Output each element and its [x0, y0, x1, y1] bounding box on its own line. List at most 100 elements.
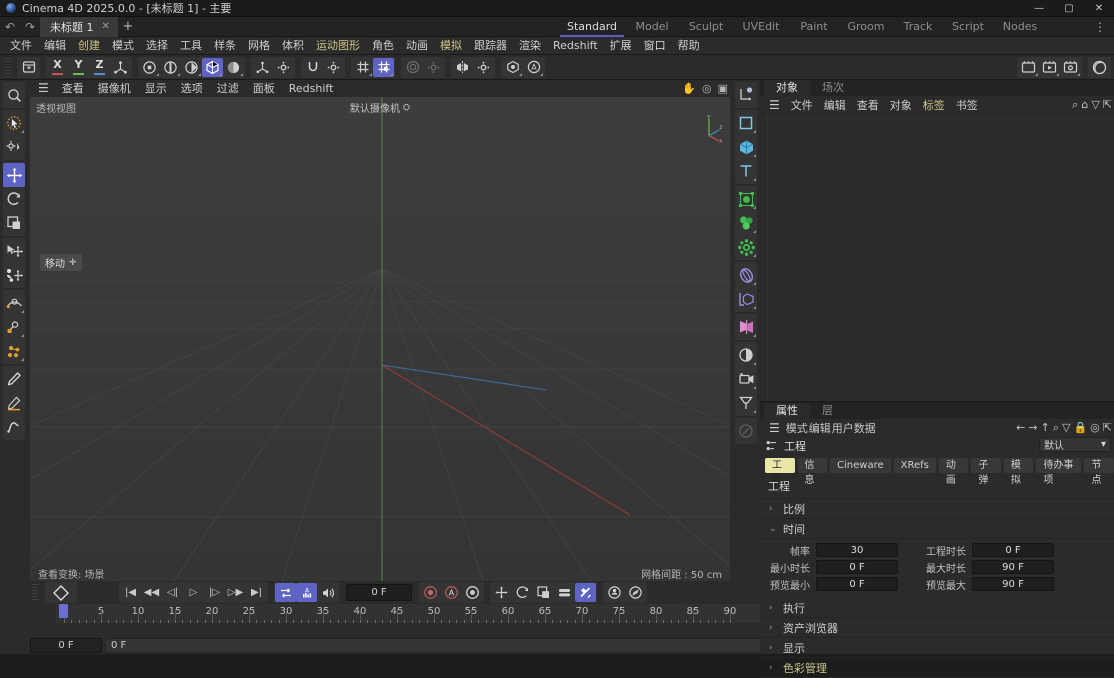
- layout-tab-script[interactable]: Script: [942, 17, 994, 37]
- viewport-menu-选项[interactable]: 选项: [175, 80, 209, 96]
- menu-扩展[interactable]: 扩展: [604, 37, 638, 55]
- attributes-tab-层[interactable]: 层: [810, 403, 845, 419]
- null-object-icon[interactable]: [735, 83, 757, 107]
- search-icon[interactable]: ⌕: [1072, 98, 1078, 112]
- layout-tab-standard[interactable]: Standard: [560, 17, 624, 37]
- hamburger-menu-icon[interactable]: ☰: [764, 422, 785, 434]
- attr-tab-工程[interactable]: 工程: [765, 458, 795, 473]
- dynamic-place-gear-icon[interactable]: [423, 58, 444, 77]
- spline-primitive-icon[interactable]: [735, 111, 757, 135]
- go-to-start-button[interactable]: |◀: [120, 583, 141, 602]
- section-时间[interactable]: ⌄时间: [760, 519, 1114, 539]
- layout-tab-groom[interactable]: Groom: [838, 17, 894, 37]
- viewport-menu-过滤[interactable]: 过滤: [211, 80, 245, 96]
- attr-tab-XRefs[interactable]: XRefs: [894, 458, 936, 473]
- viewport-menu-面板[interactable]: 面板: [247, 80, 281, 96]
- section-资产浏览器[interactable]: ›资产浏览器: [760, 618, 1114, 638]
- objects-menu-文件[interactable]: 文件: [786, 97, 818, 113]
- snap-settings-gear-icon[interactable]: [323, 58, 344, 77]
- symmetry-mirror-icon[interactable]: [452, 58, 473, 77]
- field-value-预览最小[interactable]: 0 F: [816, 577, 898, 591]
- maximize-button[interactable]: ▢: [1054, 0, 1084, 17]
- menu-动画[interactable]: 动画: [400, 37, 434, 55]
- objects-menu-标签[interactable]: 标签: [918, 97, 950, 113]
- position-key-icon[interactable]: [491, 583, 512, 602]
- toolbar-grip[interactable]: [4, 58, 12, 77]
- menu-运动图形[interactable]: 运动图形: [310, 37, 366, 55]
- section-比例[interactable]: ›比例: [760, 499, 1114, 519]
- timeline-grip[interactable]: [32, 584, 38, 602]
- objects-tab-场次[interactable]: 场次: [810, 80, 856, 96]
- attributes-menu-模式[interactable]: 模式: [786, 420, 808, 436]
- menu-选择[interactable]: 选择: [140, 37, 174, 55]
- viewport-canvas[interactable]: 透视视图 默认摄像机 ⛭ 移动 ✛ Y X Z 查看变换: 场景 网格间距 : …: [30, 97, 730, 581]
- close-button[interactable]: ✕: [1084, 0, 1114, 17]
- objects-menu-编辑[interactable]: 编辑: [819, 97, 851, 113]
- attr-tab-子弹[interactable]: 子弹: [971, 458, 1001, 473]
- field-value-工程时长[interactable]: 0 F: [972, 543, 1054, 557]
- layout-tab-model[interactable]: Model: [624, 17, 680, 37]
- menu-样条[interactable]: 样条: [208, 37, 242, 55]
- objects-menu-书签[interactable]: 书签: [951, 97, 983, 113]
- previous-frame-button[interactable]: ◁|: [162, 583, 183, 602]
- render-region-icon[interactable]: A: [523, 58, 544, 77]
- axis-modify-icon[interactable]: [252, 58, 273, 77]
- previous-key-button[interactable]: ◀◀: [141, 583, 162, 602]
- current-frame-field[interactable]: 0 F: [346, 584, 412, 601]
- edge-mode-icon[interactable]: [160, 58, 181, 77]
- content-browser-icon[interactable]: [18, 58, 39, 77]
- scale-tool-icon[interactable]: [3, 211, 25, 235]
- selection-settings-icon[interactable]: [3, 135, 25, 159]
- y-axis-lock-button[interactable]: Y: [68, 58, 89, 77]
- speaker-icon[interactable]: [317, 583, 338, 602]
- menu-体积[interactable]: 体积: [276, 37, 310, 55]
- layout-tab-paint[interactable]: Paint: [790, 17, 838, 37]
- rotation-key-icon[interactable]: [512, 583, 533, 602]
- menu-创建[interactable]: 创建: [72, 37, 106, 55]
- grid-snap-icon[interactable]: [352, 58, 373, 77]
- menu-模式[interactable]: 模式: [106, 37, 140, 55]
- model-mode-icon[interactable]: [202, 58, 223, 77]
- menu-编辑[interactable]: 编辑: [38, 37, 72, 55]
- text-object-icon[interactable]: [735, 159, 757, 183]
- viewport[interactable]: ☰ 查看摄像机显示选项过滤面板Redshift ✋ ◎ ▣: [28, 80, 732, 654]
- search-icon[interactable]: ⌕: [1053, 421, 1059, 435]
- pla-key-icon[interactable]: [575, 583, 596, 602]
- attributes-menu-编辑[interactable]: 编辑: [809, 420, 831, 436]
- viewport-menu-摄像机[interactable]: 摄像机: [92, 80, 137, 96]
- texture-mode-icon[interactable]: [223, 58, 244, 77]
- playhead[interactable]: [59, 604, 68, 618]
- layout-overflow-icon[interactable]: ⋮: [1090, 17, 1110, 37]
- soft-selection-move-icon[interactable]: [3, 263, 25, 287]
- lock-icon[interactable]: 🔒: [1073, 421, 1087, 434]
- workplane-icon[interactable]: [3, 291, 25, 315]
- loop-playback-icon[interactable]: [275, 583, 296, 602]
- spline-pen-icon[interactable]: [3, 415, 25, 439]
- render-view-icon[interactable]: [502, 58, 523, 77]
- keyframe-selection-icon[interactable]: [462, 583, 483, 602]
- generator-icon[interactable]: [735, 287, 757, 311]
- viewport-maximize-icon[interactable]: ▣: [718, 82, 728, 95]
- layout-tab-track[interactable]: Track: [894, 17, 942, 37]
- attr-tab-信息[interactable]: 信息: [798, 458, 828, 473]
- cube-primitive-icon[interactable]: [735, 135, 757, 159]
- field-value-最小时长[interactable]: 0 F: [816, 560, 898, 574]
- render-settings-icon[interactable]: [1060, 58, 1081, 77]
- simulation-cloth-icon[interactable]: [735, 315, 757, 339]
- expand-panel-icon[interactable]: ⇱: [1103, 98, 1112, 111]
- viewport-menu-显示[interactable]: 显示: [139, 80, 173, 96]
- camera-icon[interactable]: [735, 367, 757, 391]
- layout-tab-nodes[interactable]: Nodes: [994, 17, 1046, 37]
- attr-tab-节点[interactable]: 节点: [1084, 458, 1114, 473]
- menu-跟踪器[interactable]: 跟踪器: [468, 37, 513, 55]
- workplane-lock-icon[interactable]: [3, 315, 25, 339]
- section-执行[interactable]: ›执行: [760, 598, 1114, 618]
- camera-nav-icon[interactable]: ◎: [702, 82, 712, 95]
- layout-tab-sculpt[interactable]: Sculpt: [680, 17, 732, 37]
- autokeying-icon[interactable]: A: [441, 583, 462, 602]
- field-object-icon[interactable]: [735, 235, 757, 259]
- go-to-end-button[interactable]: ▶|: [246, 583, 267, 602]
- objects-tab-对象[interactable]: 对象: [764, 80, 810, 96]
- menu-Redshift[interactable]: Redshift: [547, 37, 604, 55]
- play-button[interactable]: ▷: [183, 583, 204, 602]
